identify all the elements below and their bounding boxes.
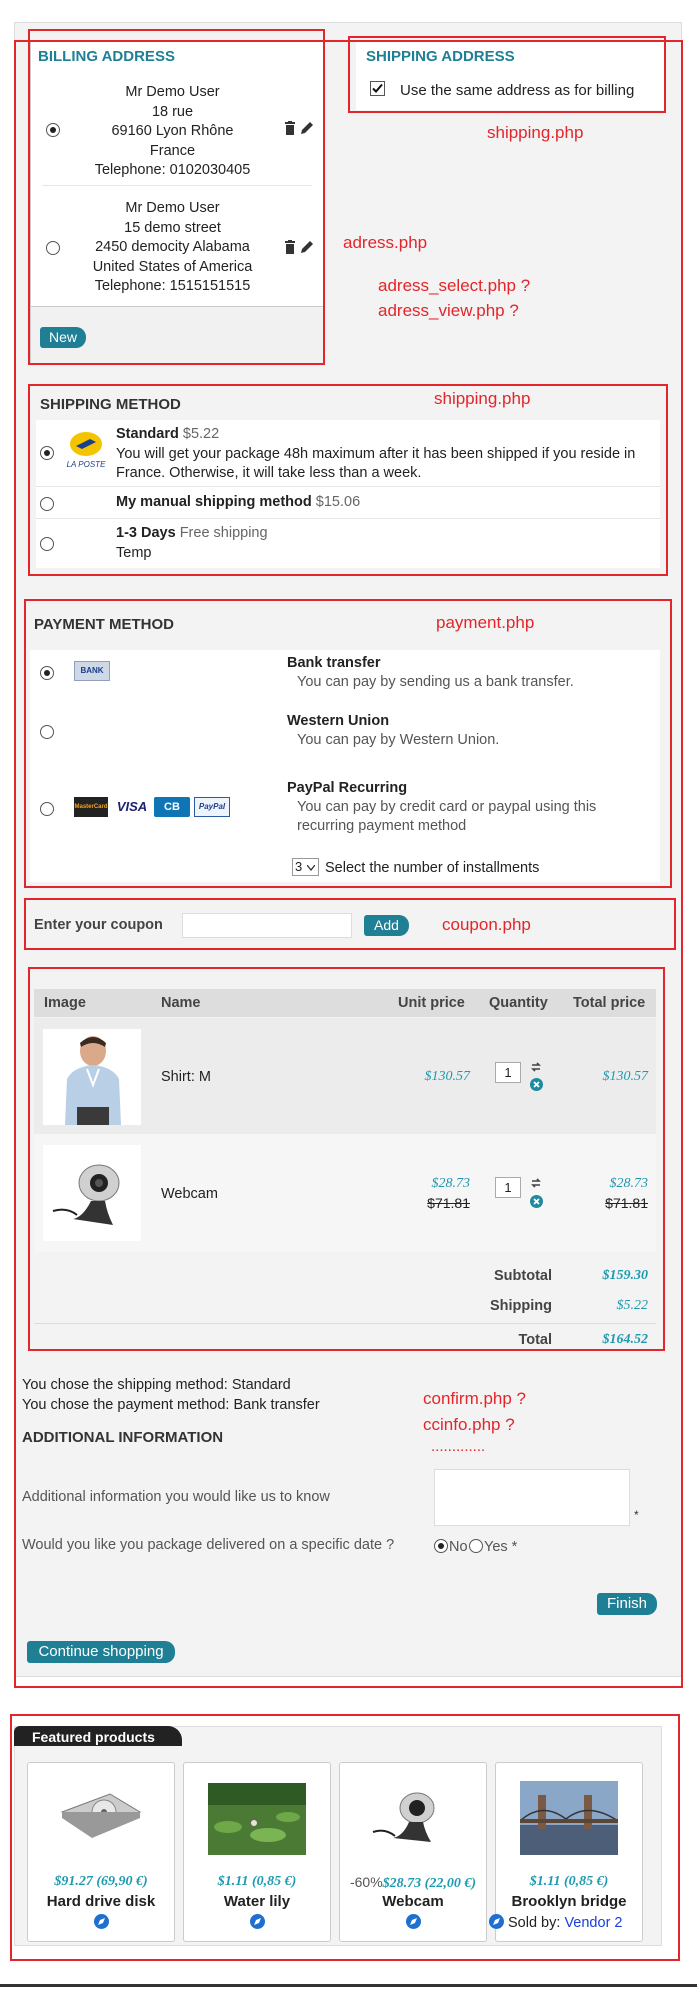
annotation-shipping-php-2: shipping.php (434, 389, 531, 408)
annotation-ccinfo-php: ccinfo.php ? (423, 1415, 515, 1434)
annotation-box-payment-method (24, 599, 672, 888)
annotation-adress-view-php: adress_view.php ? (378, 301, 519, 320)
annotation-box-billing (28, 29, 325, 365)
annotation-coupon-php: coupon.php (442, 915, 531, 934)
annotation-box-shipping-address (348, 36, 666, 113)
annotation-adress-php: adress.php (343, 233, 428, 252)
annotation-payment-php: payment.php (436, 613, 535, 632)
bottom-rule (0, 1984, 697, 1987)
annotation-confirm-php: confirm.php ? (423, 1389, 526, 1408)
annotation-shipping-php-1: shipping.php (487, 123, 584, 142)
annotation-box-cart (28, 967, 665, 1351)
annotation-box-featured (10, 1714, 680, 1961)
annotation-adress-select-php: adress_select.php ? (378, 276, 531, 295)
annotation-box-shipping-method (28, 384, 668, 576)
annotation-dots: ............. (431, 1438, 486, 1455)
annotation-box-coupon (24, 898, 676, 950)
